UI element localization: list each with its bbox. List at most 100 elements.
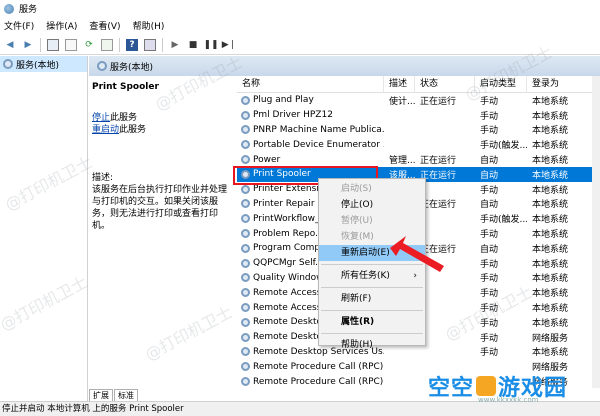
gear-icon: [241, 95, 250, 105]
service-name-text: Remote Procedure Call (RPC): [253, 361, 384, 372]
restart-service-link[interactable]: 重启动: [92, 125, 119, 135]
gear-icon: [241, 273, 250, 283]
gear-icon: [241, 332, 250, 342]
service-row[interactable]: PNRP Machine Name Publica... 手动 本地系统: [237, 123, 600, 138]
service-row[interactable]: Power 管理... 正在运行 自动 本地系统: [237, 152, 600, 167]
service-description: 使计...: [389, 96, 415, 107]
stop-suffix: 此服务: [110, 113, 138, 123]
tab-extended[interactable]: 扩展: [89, 389, 113, 401]
service-log-on-as: 本地系统: [532, 318, 569, 329]
ctx-stop[interactable]: 停止(O): [319, 197, 425, 213]
restart-line: 重启动此服务: [92, 124, 234, 136]
service-log-on-as: 本地系统: [532, 230, 569, 241]
stop-service-link[interactable]: 停止: [92, 113, 110, 123]
service-detail-panel: Print Spooler 停止此服务 重启动此服务 描述: 该服务在后台执行打…: [89, 76, 237, 388]
service-name-text: Portable Device Enumerator ...: [253, 139, 384, 150]
gear-icon: [241, 288, 250, 298]
gear-icon: [241, 243, 250, 253]
service-startup-type: 手动: [480, 333, 499, 344]
service-log-on-as: 本地系统: [532, 289, 569, 300]
service-name-text: Power: [253, 154, 281, 165]
column-header-log-on-as[interactable]: 登录为: [527, 76, 600, 93]
service-row[interactable]: Pml Driver HPZ12 手动 本地系统: [237, 108, 600, 123]
description-label: 描述:: [92, 173, 114, 183]
start-service-icon[interactable]: ▶: [169, 39, 181, 51]
pause-service-icon[interactable]: ❚❚: [203, 39, 218, 51]
toolbar-divider: [162, 37, 163, 52]
service-startup-type: 手动: [480, 304, 499, 315]
forward-icon[interactable]: ▶: [22, 39, 34, 51]
service-log-on-as: 本地系统: [532, 156, 569, 167]
ctx-divider: [321, 287, 423, 288]
service-startup-type: 手动: [480, 274, 499, 285]
gear-icon: [241, 140, 250, 150]
tab-standard[interactable]: 标准: [114, 389, 138, 401]
mmc-icon[interactable]: [144, 38, 156, 51]
gear-icon: [241, 303, 250, 313]
service-startup-type: 自动: [480, 244, 499, 255]
ctx-help[interactable]: 帮助(H): [319, 337, 425, 353]
export-icon[interactable]: [101, 38, 113, 51]
menu-file[interactable]: 文件(F): [4, 19, 34, 32]
column-header-status[interactable]: 状态: [415, 76, 475, 93]
stop-line: 停止此服务: [92, 112, 234, 124]
service-name-text: PrintWorkflow_...: [253, 213, 329, 224]
toolbar: ◀ ▶ ⟳ ? ▶ ■ ❚❚ ▶❘: [0, 35, 600, 55]
stop-service-icon[interactable]: ■: [187, 39, 199, 51]
ctx-refresh[interactable]: 刷新(F): [319, 291, 425, 307]
tree-item-services-local[interactable]: 服务(本地): [0, 56, 87, 72]
service-log-on-as: 本地系统: [532, 259, 569, 270]
service-description: 该服务在后台执行打印作业并处理与打印机的交互。如果关闭该服务，则无法进行打印或查…: [92, 185, 228, 231]
service-name-heading: Print Spooler: [92, 82, 159, 92]
column-header-name[interactable]: 名称: [237, 76, 384, 93]
brand-url: www.kkxxkk.com: [478, 396, 539, 404]
service-startup-type: 手动: [480, 111, 499, 122]
service-log-on-as: 本地系统: [532, 185, 569, 196]
service-startup-type: 手动: [480, 230, 499, 241]
vertical-scrollbar[interactable]: [592, 76, 600, 388]
column-header-startup-type[interactable]: 启动类型: [475, 76, 527, 93]
restart-suffix: 此服务: [119, 125, 147, 135]
service-description: 管理...: [389, 156, 415, 167]
menu-view[interactable]: 查看(V): [89, 19, 120, 32]
service-log-on-as: 本地系统: [532, 244, 569, 255]
gear-icon: [241, 214, 250, 224]
help-icon[interactable]: ?: [126, 38, 138, 51]
service-startup-type: 自动: [480, 156, 499, 167]
restart-service-icon[interactable]: ▶❘: [222, 39, 236, 51]
service-name-text: Remote Procedure Call (RPC): [253, 376, 384, 387]
service-row[interactable]: Plug and Play 使计... 正在运行 手动 本地系统: [237, 93, 600, 108]
service-startup-type: 手动: [480, 348, 499, 359]
gear-icon: [3, 59, 13, 69]
gear-icon: [241, 258, 250, 268]
service-name: Remote Procedure Call (RPC): [237, 362, 384, 372]
service-status: 正在运行: [420, 156, 457, 167]
menu-help[interactable]: 帮助(H): [133, 19, 165, 32]
gear-icon: [241, 347, 250, 357]
service-log-on-as: 本地系统: [532, 111, 569, 122]
ctx-divider: [321, 333, 423, 334]
brand-k-icon: [476, 376, 497, 396]
pane-header: 服务(本地): [89, 56, 600, 76]
gear-icon: [241, 317, 250, 327]
ctx-properties[interactable]: 属性(R): [319, 314, 425, 330]
services-app-icon: [4, 3, 14, 14]
service-row[interactable]: Portable Device Enumerator ... 手动(触发... 本地…: [237, 137, 600, 152]
toolbar-divider: [119, 37, 120, 52]
service-startup-type: 手动(触发...: [480, 141, 527, 152]
ctx-divider: [321, 310, 423, 311]
back-icon[interactable]: ◀: [4, 39, 16, 51]
ctx-all-tasks-label: 所有任务(K): [341, 271, 390, 281]
brand-name-part1: 空空: [428, 376, 475, 401]
service-startup-type: 手动: [480, 126, 499, 137]
column-header-description[interactable]: 描述: [384, 76, 415, 93]
service-startup-type: 手动: [480, 289, 499, 300]
title-bar: 服务: [0, 0, 600, 17]
service-log-on-as: 本地系统: [532, 200, 569, 211]
refresh-icon[interactable]: ⟳: [83, 39, 95, 51]
menu-action[interactable]: 操作(A): [46, 19, 77, 32]
service-status: 正在运行: [420, 96, 457, 107]
properties-icon[interactable]: [65, 38, 77, 51]
console-tree-icon[interactable]: [47, 38, 59, 51]
service-name-text: Plug and Play: [253, 95, 314, 106]
